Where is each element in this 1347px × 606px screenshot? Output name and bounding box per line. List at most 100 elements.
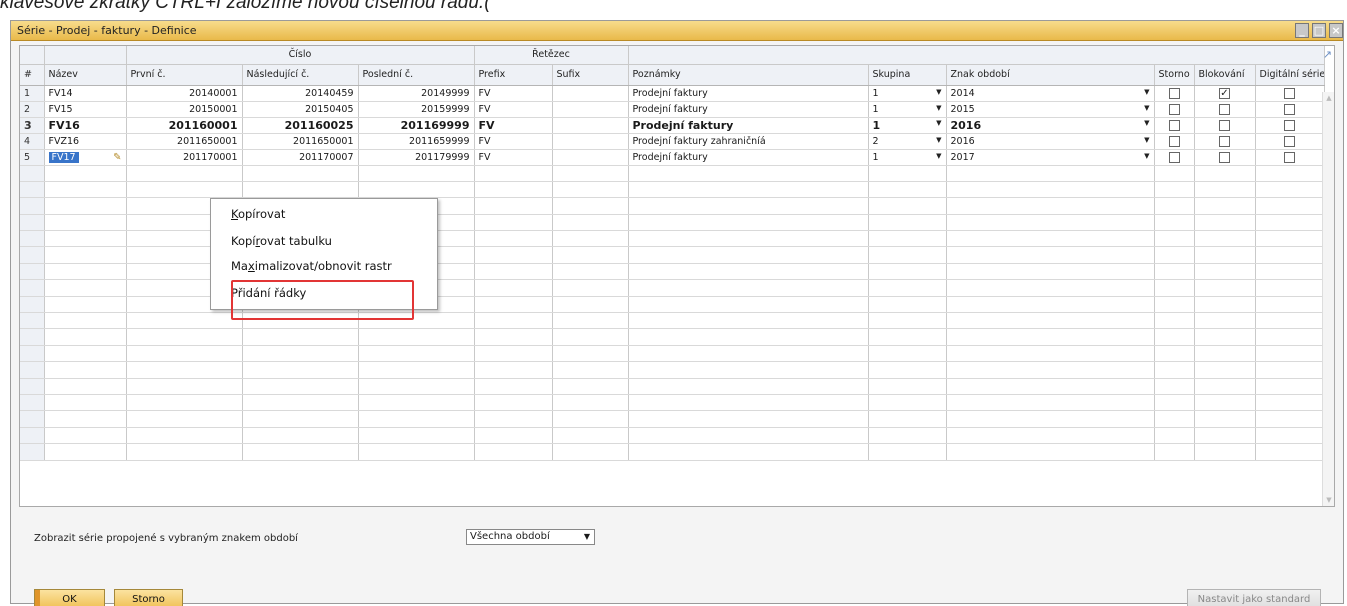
empty-cell[interactable]	[868, 214, 947, 232]
empty-row[interactable]	[20, 443, 1325, 461]
empty-cell[interactable]	[946, 214, 1155, 232]
empty-cell[interactable]	[20, 443, 45, 461]
header-remarks[interactable]: Poznámky	[628, 64, 869, 86]
empty-cell[interactable]	[126, 345, 243, 363]
empty-cell[interactable]	[946, 165, 1155, 182]
header-digital[interactable]: Digitální série	[1255, 64, 1325, 86]
empty-cell[interactable]	[20, 263, 45, 281]
storno-checkbox[interactable]	[1168, 120, 1180, 131]
empty-cell[interactable]	[868, 165, 947, 182]
empty-cell[interactable]	[628, 296, 869, 314]
empty-cell[interactable]	[946, 427, 1155, 445]
empty-cell[interactable]	[628, 378, 869, 395]
empty-row[interactable]	[20, 410, 1325, 428]
empty-cell[interactable]	[20, 312, 45, 330]
triangle-down-icon[interactable]: ▼	[936, 88, 941, 96]
empty-cell[interactable]	[628, 165, 869, 182]
cell-suffix[interactable]	[552, 101, 629, 118]
empty-cell[interactable]	[946, 443, 1155, 461]
cell-next[interactable]: 201160025	[242, 117, 359, 134]
empty-cell[interactable]	[868, 296, 947, 314]
empty-cell[interactable]	[1194, 394, 1256, 412]
empty-cell[interactable]	[358, 345, 475, 363]
empty-cell[interactable]	[1154, 165, 1195, 182]
header-group[interactable]: Skupina	[868, 64, 947, 86]
empty-cell[interactable]	[1255, 246, 1325, 264]
empty-cell[interactable]	[552, 443, 629, 461]
empty-cell[interactable]	[20, 328, 45, 346]
empty-cell[interactable]	[126, 165, 243, 182]
empty-cell[interactable]	[1255, 410, 1325, 428]
cell-name[interactable]: FVZ16	[44, 133, 127, 150]
empty-cell[interactable]	[1255, 263, 1325, 281]
empty-cell[interactable]	[946, 263, 1155, 281]
empty-cell[interactable]	[44, 246, 127, 264]
empty-cell[interactable]	[868, 345, 947, 363]
empty-cell[interactable]	[242, 427, 359, 445]
row-number[interactable]: 4	[20, 133, 45, 150]
empty-cell[interactable]	[1194, 328, 1256, 346]
empty-cell[interactable]	[126, 361, 243, 379]
empty-cell[interactable]	[1154, 230, 1195, 248]
empty-row[interactable]	[20, 181, 1325, 199]
empty-cell[interactable]	[44, 443, 127, 461]
empty-cell[interactable]	[44, 328, 127, 346]
cell-storno[interactable]	[1154, 133, 1195, 150]
cell-first[interactable]: 20140001	[126, 85, 243, 102]
cell-suffix[interactable]	[552, 149, 629, 166]
empty-cell[interactable]	[20, 165, 45, 182]
cell-digital[interactable]	[1255, 133, 1325, 150]
empty-cell[interactable]	[628, 443, 869, 461]
empty-cell[interactable]	[1255, 214, 1325, 232]
empty-cell[interactable]	[868, 443, 947, 461]
empty-cell[interactable]	[242, 394, 359, 412]
empty-cell[interactable]	[20, 394, 45, 412]
empty-cell[interactable]	[1255, 427, 1325, 445]
cell-period[interactable]: ▼ 2014	[946, 85, 1155, 102]
empty-cell[interactable]	[358, 181, 475, 199]
empty-cell[interactable]	[20, 361, 45, 379]
cell-digital[interactable]	[1255, 101, 1325, 118]
empty-cell[interactable]	[1194, 230, 1256, 248]
empty-cell[interactable]	[474, 263, 553, 281]
cell-group[interactable]: ▼ 1	[868, 117, 947, 134]
empty-cell[interactable]	[868, 361, 947, 379]
empty-cell[interactable]	[1255, 165, 1325, 182]
cell-prefix[interactable]: FV	[474, 117, 553, 134]
empty-cell[interactable]	[474, 246, 553, 264]
empty-cell[interactable]	[628, 328, 869, 346]
blocked-checkbox[interactable]	[1219, 120, 1230, 131]
empty-cell[interactable]	[946, 410, 1155, 428]
empty-cell[interactable]	[474, 214, 553, 232]
empty-cell[interactable]	[126, 443, 243, 461]
cell-name-selected[interactable]: FV17	[48, 151, 79, 163]
empty-cell[interactable]	[946, 378, 1155, 395]
empty-cell[interactable]	[946, 296, 1155, 314]
empty-cell[interactable]	[1154, 279, 1195, 297]
blocked-checkbox[interactable]	[1219, 135, 1230, 147]
empty-cell[interactable]	[20, 214, 45, 232]
empty-cell[interactable]	[474, 443, 553, 461]
empty-cell[interactable]	[20, 246, 45, 264]
empty-cell[interactable]	[868, 427, 947, 445]
scroll-up-icon[interactable]: ▲	[1324, 94, 1334, 104]
empty-row[interactable]	[20, 361, 1325, 379]
empty-cell[interactable]	[1154, 312, 1195, 330]
cell-first[interactable]: 201170001	[126, 149, 243, 166]
empty-cell[interactable]	[44, 394, 127, 412]
storno-checkbox[interactable]	[1168, 151, 1180, 163]
empty-row[interactable]	[20, 378, 1325, 395]
cell-last[interactable]: 201179999	[358, 149, 475, 166]
empty-cell[interactable]	[1154, 181, 1195, 199]
empty-cell[interactable]	[1255, 361, 1325, 379]
cell-name[interactable]: FV17 ✎	[44, 149, 127, 166]
empty-cell[interactable]	[628, 394, 869, 412]
triangle-down-icon[interactable]: ▼	[936, 152, 941, 160]
empty-cell[interactable]	[474, 328, 553, 346]
empty-cell[interactable]	[358, 328, 475, 346]
ok-button[interactable]: OK	[34, 589, 105, 606]
empty-cell[interactable]	[1255, 230, 1325, 248]
empty-cell[interactable]	[552, 263, 629, 281]
empty-cell[interactable]	[868, 328, 947, 346]
empty-cell[interactable]	[474, 181, 553, 199]
